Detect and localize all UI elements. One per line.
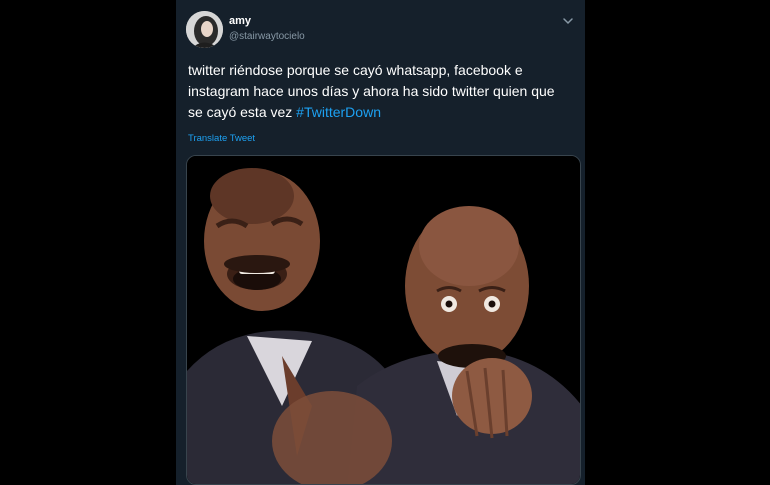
meme-image xyxy=(187,156,580,484)
user-handle[interactable]: @stairwaytocielo xyxy=(229,31,305,42)
tweet-text: twitter riéndose porque se cayó whatsapp… xyxy=(188,60,573,123)
display-name[interactable]: amy xyxy=(229,15,251,27)
avatar-image xyxy=(186,11,223,48)
chevron-down-icon xyxy=(563,18,573,25)
translate-tweet-link[interactable]: Translate Tweet xyxy=(188,133,255,144)
avatar[interactable] xyxy=(186,11,223,48)
more-menu-button[interactable] xyxy=(561,14,575,28)
hashtag-link[interactable]: #TwitterDown xyxy=(296,104,381,120)
tweet-media[interactable] xyxy=(186,155,581,485)
tweet-card: amy @stairwaytocielo twitter riéndose po… xyxy=(176,0,585,485)
